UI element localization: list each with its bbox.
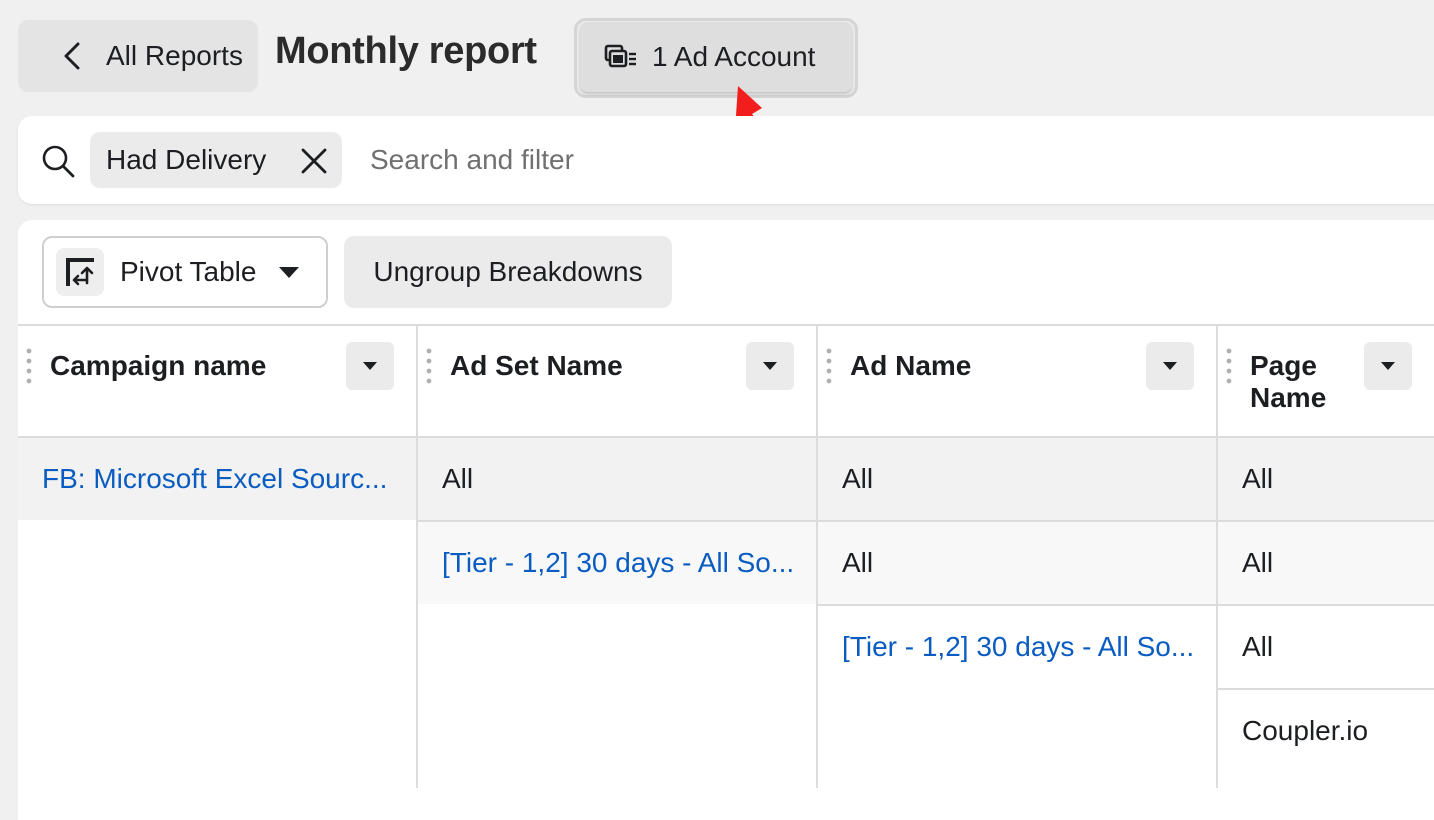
column-header-label: Ad Set Name: [450, 350, 623, 381]
column-menu-button[interactable]: [1364, 342, 1412, 390]
ad-account-label: 1 Ad Account: [652, 41, 816, 72]
page-title: Monthly report: [275, 30, 537, 72]
caret-down-icon: [763, 362, 777, 370]
table-cell-campaign[interactable]: FB: Microsoft Excel Sourc...: [18, 438, 398, 520]
drag-handle-icon[interactable]: [426, 348, 432, 384]
ungroup-breakdowns-button[interactable]: Ungroup Breakdowns: [344, 236, 672, 308]
all-reports-button[interactable]: All Reports: [18, 20, 258, 92]
table-cell-ad-name[interactable]: [Tier - 1,2] 30 days - All So...: [818, 606, 1198, 688]
caret-down-icon: [1163, 362, 1177, 370]
table-cell-ad-name: All: [842, 463, 874, 494]
column-header-label: Campaign name: [50, 350, 267, 381]
column-menu-button[interactable]: [1146, 342, 1194, 390]
all-reports-label: All Reports: [106, 40, 243, 71]
column-header-campaign-name[interactable]: Campaign name: [18, 326, 416, 436]
drag-handle-icon[interactable]: [26, 348, 32, 384]
ad-account-button[interactable]: 1 Ad Account: [580, 22, 852, 92]
column-header-label: Page Name: [1250, 350, 1327, 413]
ad-accounts-icon: [604, 44, 636, 68]
column-header-ad-name[interactable]: Ad Name: [818, 326, 1216, 436]
table-cell-ad-name: All: [842, 547, 874, 578]
pivot-table-icon: [66, 258, 94, 286]
table-cell-ad-set[interactable]: [Tier - 1,2] 30 days - All So...: [418, 522, 798, 604]
pivot-table-label: Pivot Table: [120, 256, 257, 287]
pivot-table-icon-box: [56, 248, 104, 296]
drag-handle-icon[interactable]: [826, 348, 832, 384]
column-menu-button[interactable]: [346, 342, 394, 390]
drag-handle-icon[interactable]: [1226, 348, 1232, 384]
table-cell-page: Coupler.io: [1242, 715, 1369, 746]
column-menu-button[interactable]: [746, 342, 794, 390]
caret-down-icon: [363, 362, 377, 370]
caret-down-icon: [1381, 362, 1395, 370]
column-header-ad-set-name[interactable]: Ad Set Name: [418, 326, 816, 436]
pivot-table-dropdown[interactable]: Pivot Table: [42, 236, 328, 308]
grid-line: [18, 324, 1434, 326]
column-header-page-name[interactable]: Page Name: [1218, 326, 1434, 436]
close-icon[interactable]: [298, 145, 330, 177]
search-input[interactable]: [352, 134, 1052, 186]
search-icon[interactable]: [40, 143, 76, 179]
column-header-label: Ad Name: [850, 350, 972, 381]
table-cell-page: All: [1242, 547, 1274, 578]
table-cell-page: All: [1242, 631, 1274, 662]
caret-down-icon: [279, 267, 300, 278]
chevron-left-icon: [64, 42, 80, 70]
table-cell-ad-set: All: [442, 463, 474, 494]
table-cell-page: All: [1242, 463, 1274, 494]
filter-chip-label: Had Delivery: [106, 144, 267, 175]
